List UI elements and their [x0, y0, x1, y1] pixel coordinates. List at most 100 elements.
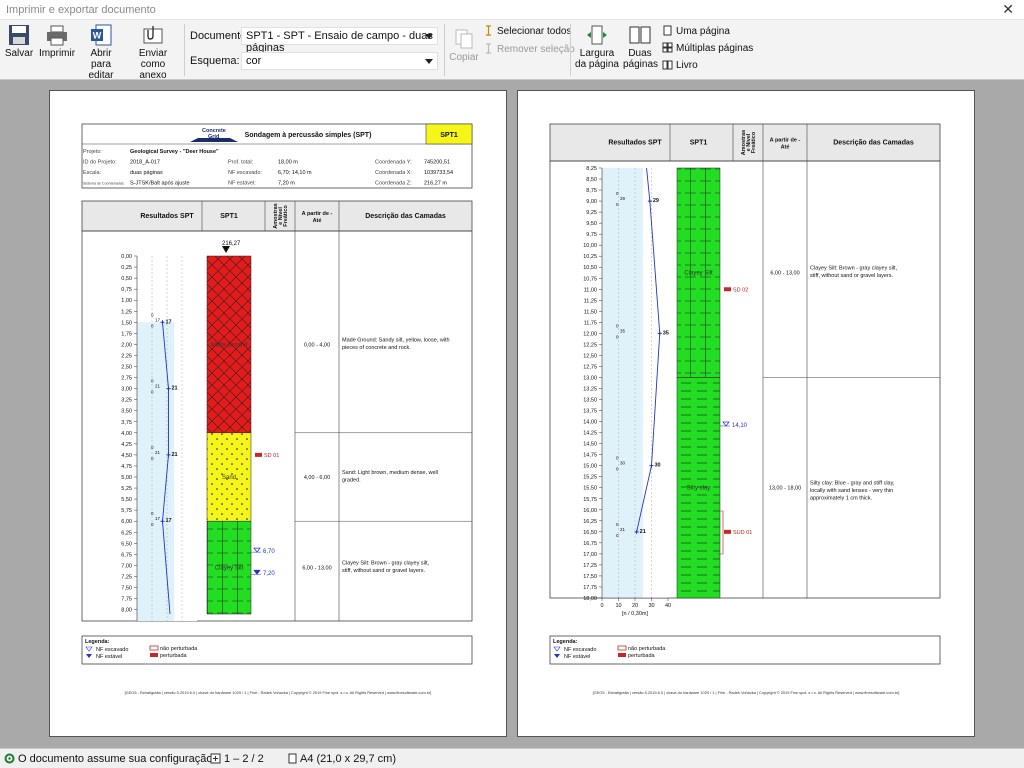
depth-tick-label: 7,50 — [121, 586, 132, 592]
layer-description: Sand: Light brown, medium dense, well gra… — [342, 470, 438, 483]
depth-tick-label: 15,25 — [583, 475, 597, 481]
depth-tick-label: 1,25 — [121, 309, 132, 315]
depth-tick-label: 3,00 — [121, 387, 132, 393]
sample-marker — [255, 452, 262, 457]
water-level-marker — [253, 547, 261, 553]
page-width-button[interactable]: Largura da página — [575, 24, 619, 70]
print-button[interactable]: Imprimir — [38, 24, 76, 59]
depth-tick-label: 6,25 — [121, 530, 132, 536]
depth-tick-label: 17,50 — [583, 574, 597, 580]
depth-tick-label: 16,50 — [583, 530, 597, 536]
spt-value-label: 29 — [653, 198, 659, 204]
multiple-pages-button[interactable]: Múltiplas páginas — [662, 42, 753, 54]
spt-value-label: 17 — [166, 319, 172, 325]
legend-title: Legenda: — [85, 639, 110, 645]
legend-item: não perturbada — [628, 646, 666, 652]
remove-selection-button[interactable]: Remover seleção — [483, 43, 575, 55]
status-bar: O documento assume sua configuração 1 – … — [0, 748, 1024, 768]
depth-tick-label: 0,00 — [121, 254, 132, 260]
depth-tick-label: 7,25 — [121, 574, 132, 580]
header-key: ID do Projeto: — [83, 160, 117, 166]
spt-value-label: 35 — [663, 330, 669, 336]
report-page-1: SPT1ConcreteGrid Sondagem à percussão sim… — [81, 123, 473, 695]
depth-tick-label: 16,25 — [583, 519, 597, 525]
scheme-label: Esquema: — [190, 55, 240, 67]
header-value: 6,70; 14,10 m — [278, 170, 312, 176]
depth-tick-label: 3,75 — [121, 420, 132, 426]
depth-tick-label: 17,75 — [583, 585, 597, 591]
depth-tick-label: 2,50 — [121, 365, 132, 371]
book-icon — [662, 60, 673, 70]
depth-tick-label: 4,75 — [121, 464, 132, 470]
book-button[interactable]: Livro — [662, 59, 698, 71]
depth-tick-label: 9,75 — [586, 232, 597, 238]
select-all-button[interactable]: Selecionar todos — [483, 25, 572, 37]
depth-tick-label: 7,00 — [121, 563, 132, 569]
depth-tick-label: 7,75 — [121, 597, 132, 603]
header-value: 745200,51 — [424, 160, 450, 166]
depth-tick-label: 5,50 — [121, 497, 132, 503]
close-icon[interactable]: ✕ — [1002, 1, 1014, 18]
single-page-icon — [663, 25, 672, 36]
svg-text:W: W — [93, 31, 102, 41]
depth-tick-label: 15,75 — [583, 497, 597, 503]
copy-icon — [455, 29, 473, 49]
undisturbed-sample-icon — [617, 645, 627, 651]
legend-item: NF escavado — [564, 647, 596, 653]
report-footer: [GEO5 - Estratigrafia | versão 5.2019.6.… — [125, 690, 432, 695]
sample-label: SD 02 — [733, 287, 748, 293]
paper-size-icon — [288, 753, 297, 764]
two-pages-button[interactable]: Duas páginas — [623, 24, 658, 70]
send-attachment-button[interactable]: Enviar como anexo — [126, 24, 180, 81]
depth-tick-label: 13,75 — [583, 409, 597, 415]
layer-description: Silty clay: Blue - gray and stiff clay, l… — [810, 481, 895, 502]
depth-tick-label: 2,25 — [121, 353, 132, 359]
water-level-marker — [253, 569, 261, 575]
legend-block — [549, 635, 941, 665]
header-key: Sistema de Coordenadas: — [83, 182, 125, 186]
open-for-edit-button[interactable]: W Abrir para editar — [80, 24, 122, 81]
description-column-title: Descrição das Camadas — [833, 140, 914, 147]
to-column-title: Até — [781, 145, 790, 151]
depth-tick-label: 9,25 — [586, 210, 597, 216]
spt-blow-count: 30 — [620, 461, 626, 466]
save-button[interactable]: Salvar — [4, 24, 34, 59]
depth-tick-label: 1,50 — [121, 320, 132, 326]
from-column-title: A partir de - — [302, 211, 333, 217]
description-column-title: Descrição das Camadas — [365, 213, 446, 220]
separator — [184, 24, 185, 76]
depth-tick-label: 13,00 — [583, 375, 597, 381]
layer-depth-range: 0,00 - 4,00 — [304, 342, 330, 348]
scheme-dropdown[interactable]: cor — [241, 52, 438, 70]
copy-button[interactable]: Copiar — [448, 28, 480, 63]
chevron-down-icon — [425, 59, 433, 64]
company-logo-icon — [190, 138, 238, 142]
disturbed-sample-icon — [150, 653, 158, 657]
floppy-disk-icon — [9, 25, 29, 45]
legend-block — [81, 635, 473, 665]
one-page-button[interactable]: Uma página — [662, 25, 730, 37]
depth-tick-label: 5,25 — [121, 486, 132, 492]
water-level-label: 14,10 — [732, 423, 748, 429]
depth-tick-label: 5,75 — [121, 508, 132, 514]
document-dropdown[interactable]: SPT1 - SPT - Ensaio de campo - duas pági… — [241, 27, 438, 54]
elevation-marker — [222, 246, 230, 253]
depth-tick-label: 0,75 — [121, 287, 132, 293]
samples-column-title: Freático — [751, 131, 757, 153]
spt-blow-count: 21 — [155, 450, 161, 455]
toolbar: Salvar Imprimir W Abrir para editar Envia… — [0, 20, 1024, 81]
depth-tick-label: 8,50 — [586, 177, 597, 183]
grid-pages-icon — [662, 42, 673, 53]
layer-name: Made Ground — [211, 342, 248, 348]
spt-value-label: 17 — [166, 518, 172, 524]
preview-workspace[interactable]: SPT1 Concrete Grid Sondagem à percussão sim… — [0, 80, 1024, 748]
depth-tick-label: 2,75 — [121, 376, 132, 382]
separator — [444, 24, 445, 76]
layer-name: Clayey Silt — [684, 271, 713, 277]
legend-item: NF estável — [564, 654, 590, 660]
depth-tick-label: 12,25 — [583, 342, 597, 348]
text-cursor-icon — [486, 25, 491, 36]
two-pages-icon — [629, 26, 651, 44]
depth-tick-label: 12,50 — [583, 353, 597, 359]
spt-column-title: Resultados SPT — [608, 140, 662, 147]
